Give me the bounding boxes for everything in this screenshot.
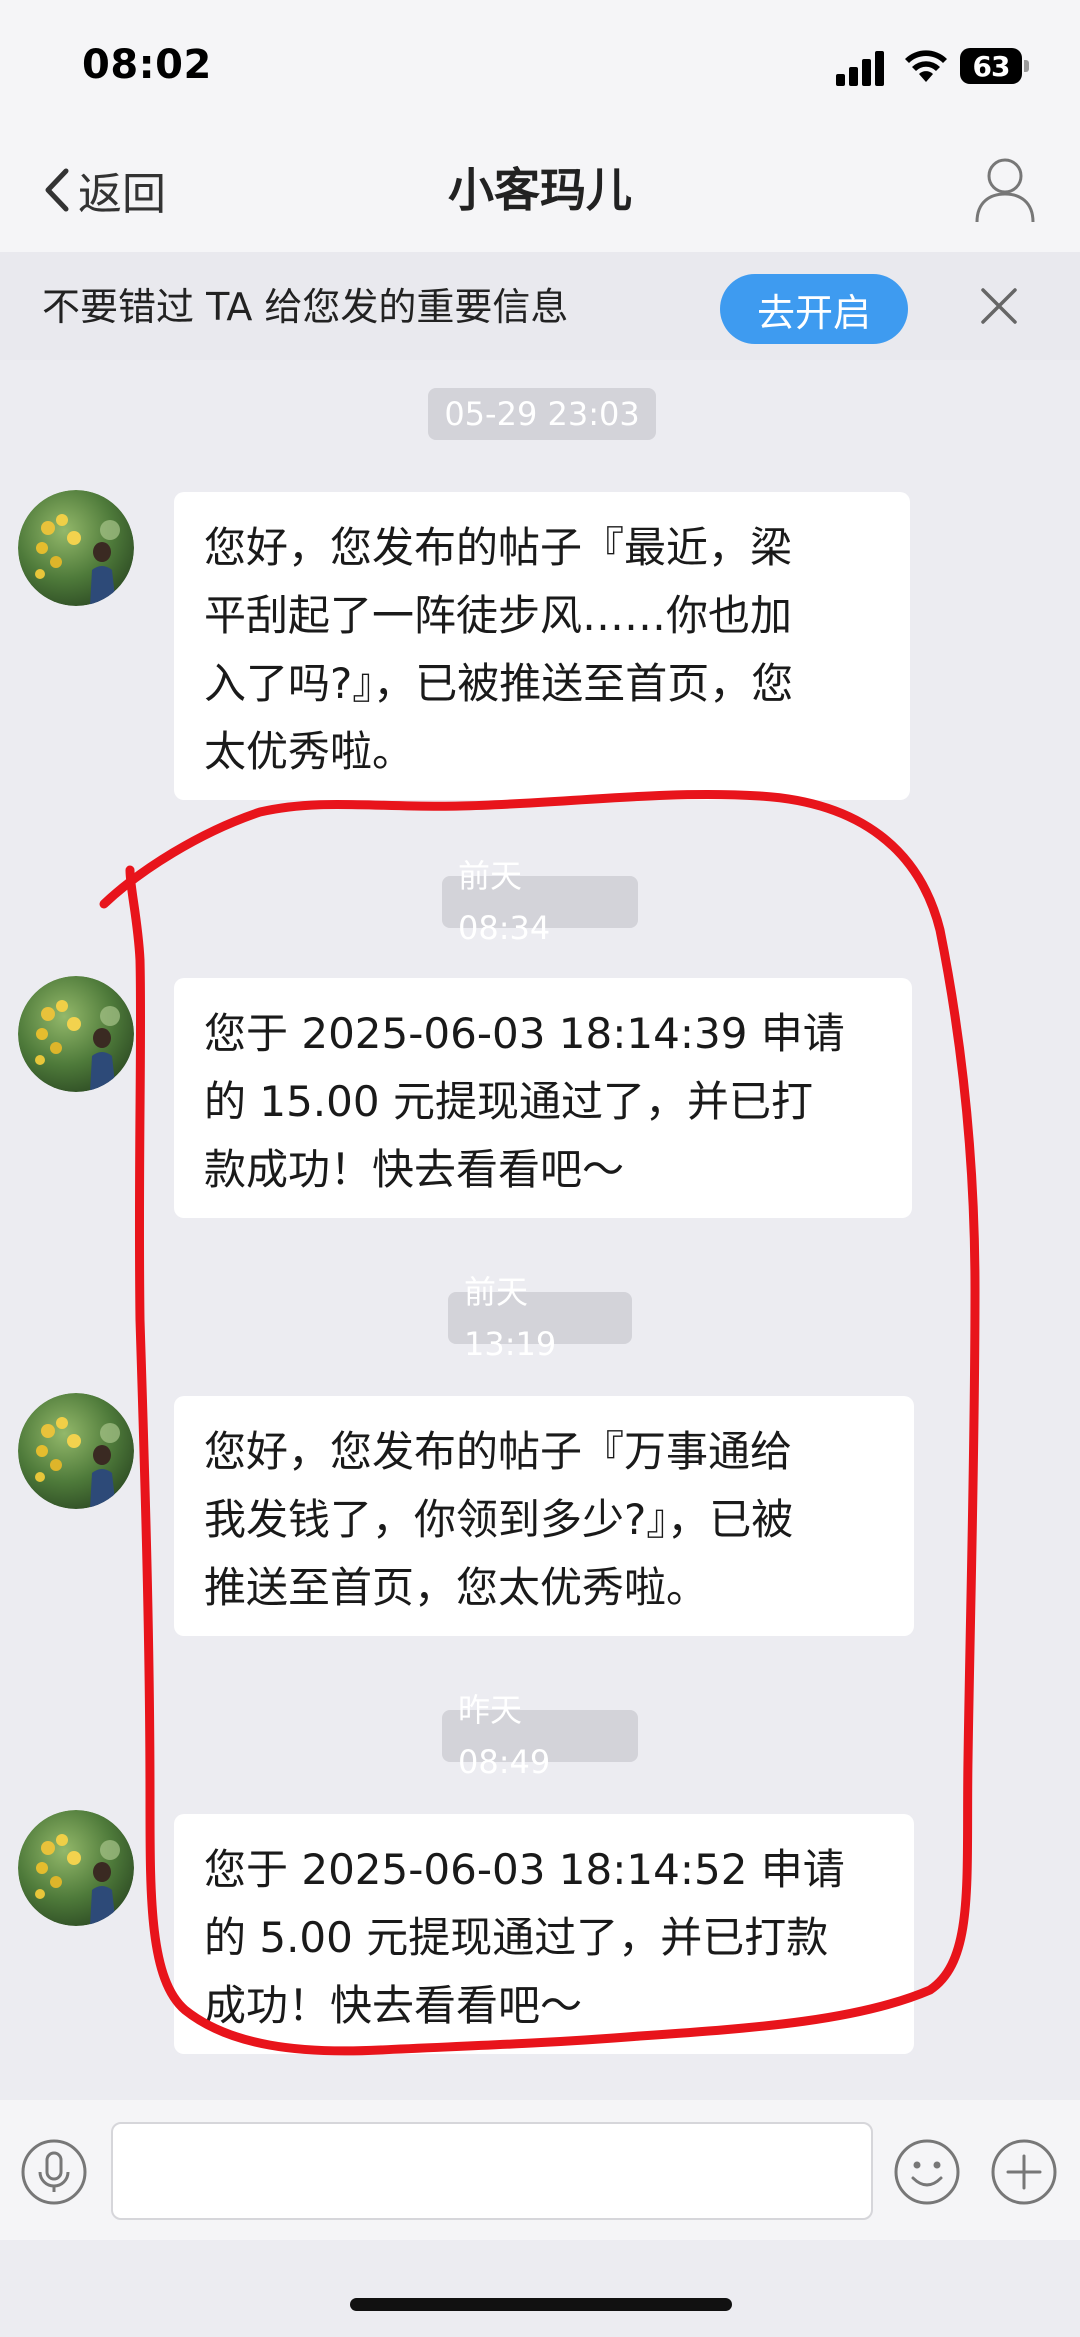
message-bubble[interactable]: 您好，您发布的帖子『最近，梁 平刮起了一阵徒步风……你也加 入了吗?』，已被推送… [174, 492, 910, 800]
message-line: 您好，您发布的帖子『最近，梁 [204, 523, 793, 572]
message-bubble[interactable]: 您于 2025-06-03 18:14:52 申请 的 5.00 元提现通过了，… [174, 1814, 914, 2054]
message-line: 您好，您发布的帖子『万事通给 [204, 1427, 793, 1476]
timestamp: 前天 13:19 [448, 1273, 632, 1363]
message-line: 的 15.00 元提现通过了，并已打 [204, 1077, 813, 1126]
cellular-signal-icon [836, 51, 884, 86]
message-line: 入了吗?』，已被推送至首页，您 [204, 659, 794, 708]
home-indicator [350, 2298, 732, 2311]
avatar[interactable] [18, 490, 134, 606]
plus-icon[interactable] [990, 2138, 1058, 2206]
message-line: 成功！快去看看吧～ [204, 1981, 583, 2030]
avatar[interactable] [18, 1393, 134, 1509]
notification-text: 不要错过 TA 给您发的重要信息 [42, 285, 569, 329]
close-icon[interactable] [975, 282, 1023, 330]
avatar[interactable] [18, 1810, 134, 1926]
message-line: 我发钱了，你领到多少?』，已被 [204, 1495, 794, 1544]
user-icon[interactable] [974, 154, 1036, 224]
status-time: 08:02 [82, 42, 212, 88]
message-line: 您于 2025-06-03 18:14:39 申请 [204, 1009, 845, 1058]
wifi-icon [905, 50, 947, 82]
timestamp: 前天 08:34 [442, 857, 638, 947]
timestamp: 05-29 23:03 [428, 388, 656, 440]
message-line: 的 5.00 元提现通过了，并已打款 [204, 1913, 829, 1962]
message-input[interactable] [111, 2122, 873, 2220]
avatar[interactable] [18, 976, 134, 1092]
battery-icon: 63 [960, 48, 1022, 84]
message-line: 推送至首页，您太优秀啦。 [204, 1563, 709, 1612]
message-line: 您于 2025-06-03 18:14:52 申请 [204, 1845, 845, 1894]
timestamp: 昨天 08:49 [442, 1691, 638, 1781]
message-bubble[interactable]: 您于 2025-06-03 18:14:39 申请 的 15.00 元提现通过了… [174, 978, 912, 1218]
message-bubble[interactable]: 您好，您发布的帖子『万事通给 我发钱了，你领到多少?』，已被 推送至首页，您太优… [174, 1396, 914, 1636]
message-line: 平刮起了一阵徒步风……你也加 [204, 591, 793, 640]
message-line: 太优秀啦。 [204, 727, 415, 776]
battery-cap [1024, 60, 1029, 72]
enable-notification-button[interactable]: 去开启 [720, 274, 908, 344]
message-line: 款成功！快去看看吧～ [204, 1145, 625, 1194]
emoji-icon[interactable] [893, 2138, 961, 2206]
microphone-icon[interactable] [20, 2138, 88, 2206]
chat-title: 小客玛儿 [448, 163, 632, 217]
